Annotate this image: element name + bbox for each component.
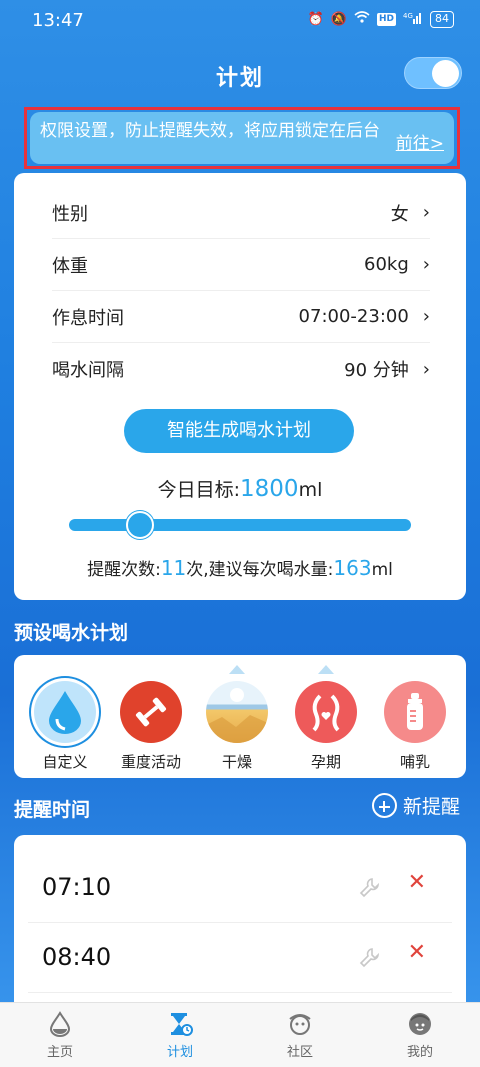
remind-count: 11: [160, 556, 187, 580]
presets-card: 自定义 重度活动 干燥 孕期 哺乳: [14, 655, 466, 778]
dumbbell-icon: [120, 681, 182, 743]
nav-label: 主页: [46, 1045, 73, 1060]
header: 计划: [0, 50, 480, 98]
wifi-icon: [354, 11, 370, 28]
preset-label: 自定义: [42, 753, 88, 771]
status-bar: 13:47 ⏰ 🔕 HD 4G 84: [0, 0, 480, 40]
goal-unit: ml: [298, 479, 323, 501]
hourglass-icon: [167, 1011, 193, 1037]
preset-breastfeeding[interactable]: 哺乳: [375, 665, 455, 772]
svg-text:4G: 4G: [403, 12, 413, 20]
signal-icon: 4G: [403, 11, 423, 28]
reminder-list: 07:10 ✕ 08:40 ✕: [14, 835, 466, 1005]
chevron-right-icon: ›: [422, 202, 430, 223]
nav-home[interactable]: 主页: [0, 1003, 120, 1067]
row-value: 07:00-23:00: [298, 306, 409, 327]
delete-icon[interactable]: ✕: [408, 870, 426, 895]
chevron-right-icon: ›: [422, 358, 430, 380]
gender-row[interactable]: 性别 女 ›: [52, 187, 430, 239]
home-drop-icon: [47, 1011, 73, 1037]
goal-label: 今日目标:: [157, 479, 241, 501]
preset-label: 干燥: [221, 753, 252, 771]
preset-label: 重度活动: [120, 753, 181, 771]
delete-icon[interactable]: ✕: [408, 940, 426, 965]
desert-icon: [206, 681, 268, 743]
schedule-row[interactable]: 作息时间 07:00-23:00 ›: [52, 291, 430, 343]
hd-badge: HD: [376, 13, 396, 26]
edit-wrench-icon[interactable]: [358, 945, 384, 971]
nav-label: 计划: [166, 1045, 193, 1060]
selector-pointer: [229, 665, 245, 674]
row-label: 体重: [52, 255, 88, 277]
daily-goal: 今日目标:1800ml: [14, 475, 466, 502]
goal-value: 1800: [240, 476, 299, 502]
community-icon: [287, 1011, 313, 1037]
status-time: 13:47: [32, 10, 84, 31]
goal-slider[interactable]: [69, 511, 411, 539]
notice-banner: 权限设置，防止提醒失效，将应用锁定在后台 前往>: [30, 112, 454, 164]
per-amount: 163: [333, 556, 372, 580]
generate-plan-button[interactable]: 智能生成喝水计划: [124, 409, 354, 453]
new-reminder-button[interactable]: 新提醒: [371, 792, 460, 819]
alarm-icon: ⏰: [307, 12, 324, 27]
status-icons: ⏰ 🔕 HD 4G 84: [308, 11, 454, 28]
nav-community[interactable]: 社区: [240, 1003, 360, 1067]
notice-text: 权限设置，防止提醒失效，将应用锁定在后台: [40, 121, 380, 141]
row-value: 女: [390, 203, 409, 225]
row-value: 90 分钟: [344, 360, 409, 381]
nav-label: 社区: [286, 1045, 313, 1060]
bottom-nav: 主页 计划 社区 我的: [0, 1002, 480, 1067]
notice-go-link[interactable]: 前往>: [396, 129, 444, 154]
nav-label: 我的: [406, 1045, 433, 1060]
preset-heavy-activity[interactable]: 重度活动: [111, 665, 191, 772]
row-value: 60kg: [364, 254, 409, 275]
reminder-row[interactable]: 07:10 ✕: [28, 853, 452, 923]
new-reminder-label: 新提醒: [402, 796, 460, 818]
preset-custom[interactable]: 自定义: [25, 665, 105, 772]
remind-summary: 提醒次数:11次,建议每次喝水量:163ml: [14, 555, 466, 580]
interval-row[interactable]: 喝水间隔 90 分钟 ›: [52, 343, 430, 395]
water-drop-icon: [34, 681, 96, 743]
mute-icon: 🔕: [330, 12, 347, 27]
preset-label: 孕期: [310, 753, 341, 771]
chevron-right-icon: ›: [422, 306, 430, 327]
preset-pregnancy[interactable]: 孕期: [286, 665, 366, 772]
weight-row[interactable]: 体重 60kg ›: [52, 239, 430, 291]
per-amount-label: 次,建议每次喝水量:: [186, 560, 334, 580]
row-label: 作息时间: [52, 307, 124, 329]
plan-toggle[interactable]: [404, 57, 462, 89]
baby-bottle-icon: [384, 681, 446, 743]
row-label: 性别: [52, 203, 88, 225]
settings-card: 性别 女 › 体重 60kg › 作息时间 07:00-23:00 › 喝水间隔 90…: [14, 173, 466, 600]
edit-wrench-icon[interactable]: [358, 875, 384, 901]
selector-pointer: [318, 665, 334, 674]
chevron-right-icon: ›: [422, 254, 430, 275]
reminders-title: 提醒时间: [14, 799, 91, 821]
plus-circle-icon: [371, 793, 397, 818]
nav-profile[interactable]: 我的: [360, 1003, 480, 1067]
row-label: 喝水间隔: [52, 360, 124, 381]
preset-dry[interactable]: 干燥: [197, 665, 277, 772]
permission-notice[interactable]: 权限设置，防止提醒失效，将应用锁定在后台 前往>: [24, 107, 460, 169]
slider-thumb[interactable]: [126, 511, 154, 539]
presets-title: 预设喝水计划: [14, 622, 129, 644]
per-amount-unit: ml: [371, 560, 393, 580]
preset-label: 哺乳: [399, 753, 430, 771]
battery-indicator: 84: [430, 11, 454, 28]
reminder-row[interactable]: 08:40 ✕: [28, 923, 452, 993]
profile-icon: [407, 1011, 433, 1037]
pregnancy-icon: [295, 681, 357, 743]
reminder-time: 07:10: [42, 873, 112, 901]
nav-plan[interactable]: 计划: [120, 1003, 240, 1067]
toggle-knob: [432, 60, 459, 87]
remind-count-label: 提醒次数:: [87, 560, 161, 580]
reminder-time: 08:40: [42, 943, 112, 971]
